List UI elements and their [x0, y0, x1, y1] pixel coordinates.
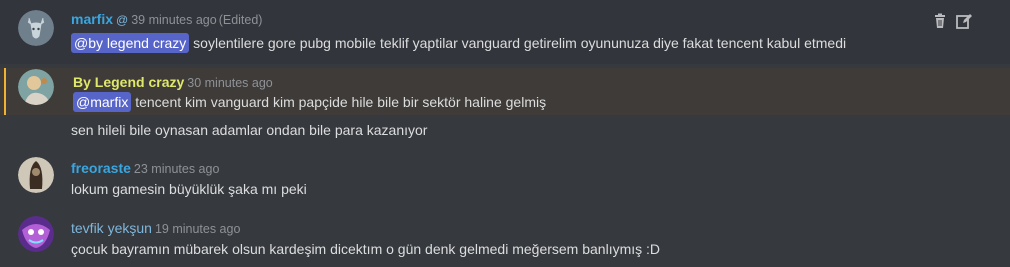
- author-name[interactable]: marfix: [71, 11, 113, 27]
- avatar[interactable]: [18, 69, 54, 105]
- message-text: @marfix tencent kim vanguard kim papçide…: [73, 92, 547, 112]
- message-header: freoraste 23 minutes ago: [71, 160, 219, 176]
- timestamp: 30 minutes ago: [187, 76, 273, 90]
- message-tevfik-yeksun[interactable]: tevfik yekşun 19 minutes ago çocuk bayram…: [0, 210, 1010, 267]
- message-by-legend-crazy[interactable]: By Legend crazy 30 minutes ago @marfix te…: [0, 68, 1010, 115]
- message-text: lokum gamesin büyüklük şaka mı peki: [71, 181, 307, 197]
- user-mention[interactable]: @marfix: [73, 92, 132, 112]
- avatar[interactable]: [18, 157, 54, 193]
- message-body: tencent kim vanguard kim papçide hile bi…: [131, 94, 547, 110]
- edit-icon[interactable]: [956, 13, 972, 29]
- trash-icon[interactable]: [932, 13, 948, 29]
- avatar[interactable]: [18, 10, 54, 46]
- message-freoraste[interactable]: freoraste 23 minutes ago lokum gamesin bü…: [0, 150, 1010, 205]
- timestamp: 39 minutes ago: [131, 13, 217, 27]
- message-header: By Legend crazy 30 minutes ago: [73, 74, 273, 90]
- message-text: sen hileli bile oynasan adamlar ondan bi…: [71, 122, 428, 138]
- message-continuation[interactable]: sen hileli bile oynasan adamlar ondan bi…: [0, 115, 1010, 145]
- edited-label: (Edited): [218, 13, 263, 27]
- message-header: marfix @39 minutes ago (Edited): [71, 11, 262, 27]
- message-text: @by legend crazy soylentilere gore pubg …: [71, 33, 847, 53]
- author-name[interactable]: By Legend crazy: [73, 74, 184, 90]
- message-header: tevfik yekşun 19 minutes ago: [71, 220, 240, 236]
- avatar[interactable]: [18, 216, 54, 252]
- user-mention[interactable]: @by legend crazy: [71, 33, 190, 53]
- chat-message-list: marfix @39 minutes ago (Edited) @by legend…: [0, 0, 1010, 267]
- timestamp: 19 minutes ago: [154, 222, 241, 236]
- author-name[interactable]: tevfik yekşun: [71, 220, 152, 236]
- at-icon: @: [116, 13, 129, 27]
- message-marfix[interactable]: marfix @39 minutes ago (Edited) @by legend…: [0, 0, 1010, 64]
- message-actions: [932, 13, 972, 29]
- message-text: çocuk bayramın mübarek olsun kardeşim di…: [71, 241, 661, 257]
- author-name[interactable]: freoraste: [71, 160, 131, 176]
- timestamp: 23 minutes ago: [133, 162, 220, 176]
- message-body: soylentilere gore pubg mobile teklif yap…: [189, 35, 847, 51]
